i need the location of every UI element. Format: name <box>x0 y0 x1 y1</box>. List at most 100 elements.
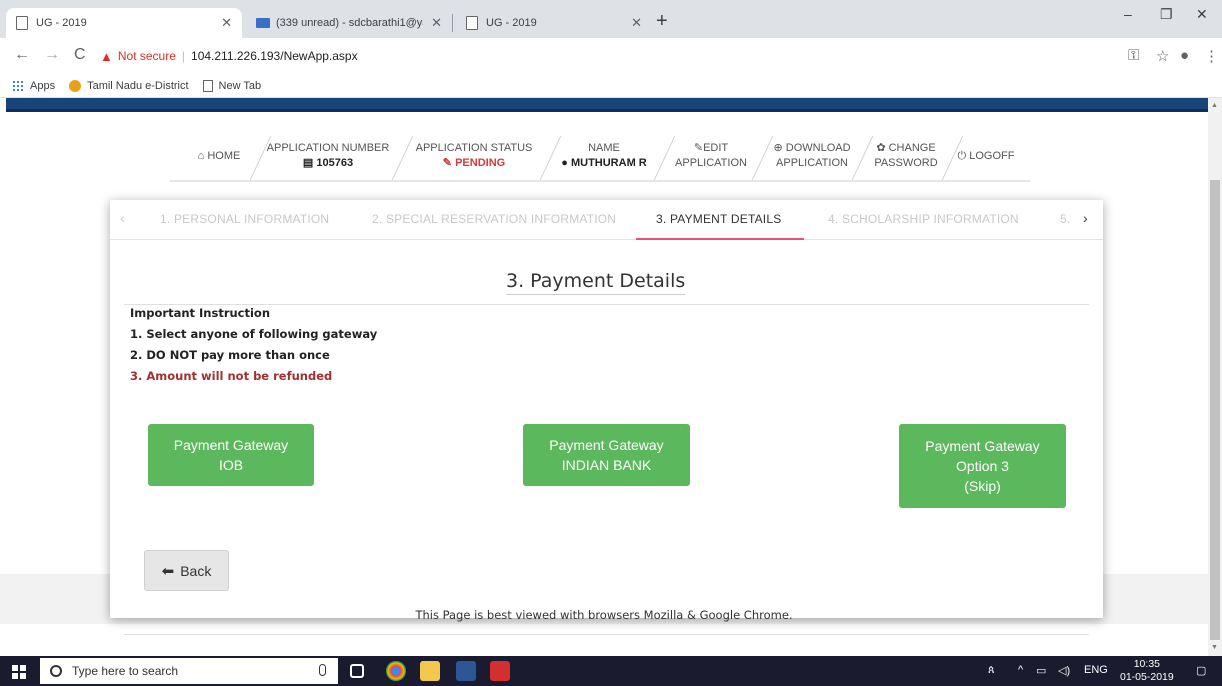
nav-name: NAME ● MUTHURAM R <box>552 130 656 182</box>
chevron-up-icon[interactable]: ^ <box>1018 664 1023 676</box>
close-window-button[interactable]: ✕ <box>1196 6 1208 23</box>
gateway-label-line: IOB <box>218 457 244 473</box>
page-scrollbar[interactable]: ▲ ▼ <box>1208 98 1222 656</box>
gateway-label-line: Payment Gateway <box>549 437 664 453</box>
forward-arrow-icon[interactable]: → <box>44 46 60 64</box>
windows-taskbar: Type here to search ጰ ^ ▭ ◁) ENG 10:35 0… <box>0 656 1222 686</box>
gateway-label-line: INDIAN BANK <box>561 457 652 473</box>
instruction-2: 2. DO NOT pay more than once <box>130 348 330 362</box>
instruction-title: Important Instruction <box>130 306 271 320</box>
clock-time: 10:35 <box>1133 658 1160 670</box>
back-arrow-icon[interactable]: ← <box>14 46 30 64</box>
nav-edit-application[interactable]: ✎EDIT APPLICATION <box>666 130 756 182</box>
close-icon[interactable]: ✕ <box>221 15 232 31</box>
bookmark-apps[interactable]: Apps <box>12 79 55 92</box>
bookmarks-bar: Apps Tamil Nadu e-District New Tab <box>0 74 1222 98</box>
address-bar[interactable]: ▲ Not secure | 104.211.226.193/NewApp.as… <box>100 43 1090 69</box>
page-icon <box>16 16 28 30</box>
search-placeholder: Type here to search <box>72 664 179 678</box>
microphone-icon[interactable] <box>319 664 326 676</box>
close-icon[interactable]: ✕ <box>631 15 642 31</box>
scroll-up-icon[interactable]: ▲ <box>1211 102 1218 109</box>
nav-home[interactable]: ⌂ HOME <box>188 130 250 182</box>
nav-download-application[interactable]: ⊕ DOWNLOAD APPLICATION <box>766 130 858 182</box>
instruction-1: 1. Select anyone of following gateway <box>130 327 378 341</box>
nav-label: APPLICATION <box>675 157 747 169</box>
cortana-icon <box>50 665 62 677</box>
people-icon[interactable]: ጰ <box>988 664 995 677</box>
new-tab-button[interactable]: + <box>656 10 668 33</box>
browser-recommendation-note: This Page is best viewed with browsers M… <box>415 608 793 622</box>
page-icon <box>466 16 478 30</box>
section-heading: 3. Payment Details <box>506 270 686 295</box>
nav-application-number: APPLICATION NUMBER ▤ 105763 <box>262 130 394 182</box>
chrome-icon[interactable] <box>386 661 406 681</box>
volume-icon[interactable]: ◁) <box>1058 664 1070 677</box>
gear-icon: ✿ <box>876 142 889 154</box>
browser-toolbar: ← → C ▲ Not secure | 104.211.226.193/New… <box>0 38 1222 74</box>
chevron-right-icon[interactable]: › <box>1083 210 1088 226</box>
gateway-iob-button[interactable]: Payment Gateway IOB <box>148 424 314 486</box>
id-card-icon: ▤ <box>302 157 317 169</box>
gateway-indian-bank-button[interactable]: Payment Gateway INDIAN BANK <box>523 424 690 486</box>
acrobat-icon[interactable] <box>490 661 510 681</box>
user-icon: ● <box>561 157 571 169</box>
browser-tab-ug[interactable]: UG - 2019 ✕ <box>456 8 652 38</box>
divider <box>124 634 1089 635</box>
browser-tab-active[interactable]: UG - 2019 ✕ <box>6 8 242 38</box>
file-explorer-icon[interactable] <box>420 661 440 681</box>
browser-tab-mail[interactable]: (339 unread) - sdcbarathi1@yah ✕ <box>246 8 452 38</box>
divider: | <box>181 49 186 63</box>
url-text[interactable]: 104.211.226.193/NewApp.aspx <box>191 49 358 63</box>
bookmark-tn-edistrict[interactable]: Tamil Nadu e-District <box>69 79 189 92</box>
step-special-reservation[interactable]: 2. SPECIAL RESERVATION INFORMATION <box>372 212 616 226</box>
step-personal-information[interactable]: 1. PERSONAL INFORMATION <box>160 212 329 226</box>
network-icon[interactable]: ▭ <box>1036 664 1046 677</box>
bookmark-new-tab[interactable]: New Tab <box>202 79 261 92</box>
top-navigation: ⌂ HOME APPLICATION NUMBER ▤ 105763 APPLI… <box>170 130 1030 182</box>
nav-home-label: HOME <box>207 149 241 162</box>
restore-button[interactable]: ❐ <box>1160 6 1173 23</box>
clock[interactable]: 10:35 01-05-2019 <box>1120 658 1174 684</box>
application-status-value: PENDING <box>455 157 506 169</box>
language-indicator[interactable]: ENG <box>1084 664 1108 676</box>
profile-icon[interactable]: ● <box>1180 47 1189 64</box>
scroll-down-icon[interactable]: ▼ <box>1211 644 1218 651</box>
nav-label: DOWNLOAD <box>785 142 851 154</box>
browser-tabstrip: UG - 2019 ✕ (339 unread) - sdcbarathi1@y… <box>0 0 1222 38</box>
wizard-steps: ‹ 1. PERSONAL INFORMATION 2. SPECIAL RES… <box>110 200 1103 240</box>
reload-icon[interactable]: C <box>74 46 86 64</box>
menu-icon[interactable]: ⋮ <box>1204 47 1219 65</box>
nav-label: LOGOFF <box>969 149 1015 162</box>
nav-logoff[interactable]: ⏻ LOGOFF <box>954 130 1018 182</box>
power-icon: ⏻ <box>957 149 967 162</box>
windows-start-icon[interactable] <box>12 665 26 679</box>
key-icon[interactable]: ⚿ <box>1128 47 1139 64</box>
gateway-label-line: Payment Gateway <box>925 438 1040 454</box>
back-button[interactable]: ⬅ Back <box>144 550 229 591</box>
nav-label: CHANGE <box>888 142 936 154</box>
arrow-left-icon: ⬅ <box>161 562 175 580</box>
word-icon[interactable] <box>456 661 476 681</box>
notification-icon[interactable]: ▢ <box>1196 664 1206 677</box>
nav-label: APPLICATION STATUS <box>415 142 533 154</box>
close-icon[interactable]: ✕ <box>431 15 442 31</box>
step-5[interactable]: 5. <box>1060 212 1070 226</box>
step-scholarship-information[interactable]: 4. SCHOLARSHIP INFORMATION <box>828 212 1019 226</box>
task-view-icon[interactable] <box>350 664 364 678</box>
step-payment-details[interactable]: 3. PAYMENT DETAILS <box>656 212 781 226</box>
pencil-icon: ✎ <box>693 142 704 154</box>
nav-label: APPLICATION NUMBER <box>266 142 390 154</box>
nav-label: NAME <box>588 142 620 154</box>
tab-title: (339 unread) - sdcbarathi1@yah <box>276 17 424 29</box>
divider <box>124 304 1089 305</box>
chevron-left-icon[interactable]: ‹ <box>120 210 125 226</box>
scrollbar-thumb[interactable] <box>1210 180 1220 640</box>
minimize-button[interactable]: – <box>1124 6 1132 22</box>
nav-application-status: APPLICATION STATUS ✎ PENDING <box>406 130 542 182</box>
gateway-option3-skip-button[interactable]: Payment Gateway Option 3 (Skip) <box>899 424 1066 508</box>
taskbar-search[interactable]: Type here to search <box>40 658 338 684</box>
star-icon[interactable]: ☆ <box>1156 47 1169 65</box>
nav-change-password[interactable]: ✿ CHANGE PASSWORD <box>864 130 948 182</box>
security-label[interactable]: Not secure <box>118 49 176 63</box>
